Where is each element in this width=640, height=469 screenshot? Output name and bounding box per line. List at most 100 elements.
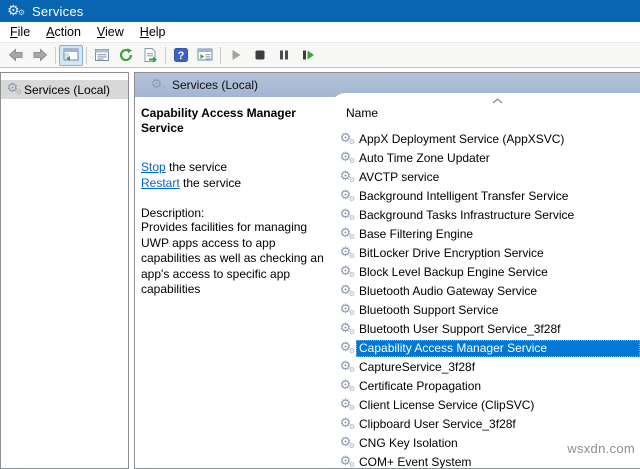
sort-ascending-icon [492,98,503,104]
service-gear-icon: ⚙ [338,265,353,280]
service-gear-icon: ⚙ [338,398,353,413]
service-gear-icon: ⚙ [338,170,353,185]
column-header-name[interactable]: Name [346,106,378,120]
service-gear-icon: ⚙ [338,227,353,242]
service-row[interactable]: ⚙Background Tasks Infrastructure Service [332,206,640,225]
tree-item-label: Services (Local) [24,83,110,97]
service-name: BitLocker Drive Encryption Service [356,245,548,262]
menu-help[interactable]: Help [132,22,174,42]
restart-service-button[interactable] [296,45,320,66]
stop-service-button[interactable] [248,45,272,66]
extended-view-header-label: Services (Local) [172,78,258,92]
show-hide-action-pane-button[interactable] [193,45,217,66]
service-name: Bluetooth Support Service [356,302,502,319]
service-name: CaptureService_3f28f [356,359,479,376]
service-gear-icon: ⚙ [338,208,353,223]
restart-service-link[interactable]: Restart [141,176,180,190]
service-name: Client License Service (ClipSVC) [356,397,538,414]
service-row[interactable]: ⚙CaptureService_3f28f [332,358,640,377]
menu-view[interactable]: View [89,22,132,42]
service-gear-icon: ⚙ [338,322,353,337]
service-name: Clipboard User Service_3f28f [356,416,520,433]
properties-window-icon [94,47,110,63]
stop-service-link[interactable]: Stop [141,160,166,174]
service-row[interactable]: ⚙Certificate Propagation [332,377,640,396]
pause-service-button[interactable] [272,45,296,66]
service-name: COM+ Event System [356,454,475,468]
window-title: Services [32,4,83,19]
service-name: Auto Time Zone Updater [356,150,494,167]
service-name: Base Filtering Engine [356,226,477,243]
console-tree-icon [63,47,79,63]
service-name: Background Intelligent Transfer Service [356,188,572,205]
service-gear-icon: ⚙ [338,379,353,394]
service-gear-icon: ⚙ [338,341,353,356]
restart-service-line: Restart the service [141,175,339,191]
restart-icon [300,47,316,63]
services-pane: ⚙ Services (Local) Capability Access Man… [134,72,640,469]
back-arrow-icon [8,47,24,63]
services-list-panel: Name ⚙AppX Deployment Service (AppXSVC)⚙… [332,93,640,468]
workspace: ⚙ Services (Local) ⚙ Services (Local) Ca… [0,72,640,468]
service-row[interactable]: ⚙Auto Time Zone Updater [332,149,640,168]
watermark: wsxdn.com [567,441,635,456]
services-list-body: ⚙AppX Deployment Service (AppXSVC)⚙Auto … [332,130,640,468]
pause-icon [276,47,292,63]
service-row[interactable]: ⚙Client License Service (ClipSVC) [332,396,640,415]
toolbar-separator [165,47,166,64]
action-pane-icon [197,47,213,63]
start-service-button[interactable] [224,45,248,66]
service-gear-icon: ⚙ [338,360,353,375]
service-row[interactable]: ⚙Bluetooth Support Service [332,301,640,320]
service-row[interactable]: ⚙Block Level Backup Engine Service [332,263,640,282]
service-row[interactable]: ⚙AppX Deployment Service (AppXSVC) [332,130,640,149]
svg-text:?: ? [178,50,185,62]
service-gear-icon: ⚙ [338,246,353,261]
service-row[interactable]: ⚙Clipboard User Service_3f28f [332,415,640,434]
service-gear-icon: ⚙ [338,455,353,468]
service-row[interactable]: ⚙Bluetooth User Support Service_3f28f [332,320,640,339]
service-name: Bluetooth User Support Service_3f28f [356,321,564,338]
service-row[interactable]: ⚙BitLocker Drive Encryption Service [332,244,640,263]
toolbar-separator [86,47,87,64]
show-hide-console-tree-button[interactable] [59,45,83,66]
service-gear-icon: ⚙ [338,417,353,432]
refresh-button[interactable] [114,45,138,66]
service-gear-icon: ⚙ [338,303,353,318]
selected-service-title: Capability Access Manager Service [141,106,339,136]
service-name: AppX Deployment Service (AppXSVC) [356,131,568,148]
menu-file[interactable]: File [2,22,38,42]
toolbar: ? [0,43,640,68]
title-bar: ⚙ Services [0,0,640,22]
back-button[interactable] [4,45,28,66]
forward-button[interactable] [28,45,52,66]
forward-arrow-icon [32,47,48,63]
menu-action[interactable]: Action [38,22,89,42]
service-gear-icon: ⚙ [338,284,353,299]
services-app-icon: ⚙ [7,3,25,19]
console-tree-pane: ⚙ Services (Local) [0,72,129,469]
service-name: Bluetooth Audio Gateway Service [356,283,541,300]
service-row[interactable]: ⚙Background Intelligent Transfer Service [332,187,640,206]
tree-item-services-local[interactable]: ⚙ Services (Local) [1,80,128,99]
service-row[interactable]: ⚙Base Filtering Engine [332,225,640,244]
services-node-icon: ⚙ [5,82,20,97]
service-name: Capability Access Manager Service [356,340,640,357]
stop-icon [252,47,268,63]
restart-service-suffix: the service [180,176,241,190]
service-gear-icon: ⚙ [338,132,353,147]
service-name: AVCTP service [356,169,443,186]
menu-bar: File Action View Help [0,22,640,43]
service-gear-icon: ⚙ [338,151,353,166]
service-row[interactable]: ⚙AVCTP service [332,168,640,187]
export-list-button[interactable] [138,45,162,66]
properties-button[interactable] [90,45,114,66]
service-row[interactable]: ⚙Capability Access Manager Service [332,339,640,358]
toolbar-separator [220,47,221,64]
service-row[interactable]: ⚙Bluetooth Audio Gateway Service [332,282,640,301]
service-action-links: Stop the service Restart the service [141,159,339,191]
help-button[interactable]: ? [169,45,193,66]
description-label: Description: [141,206,339,220]
toolbar-separator [55,47,56,64]
service-detail-column: Capability Access Manager Service Stop t… [141,98,339,298]
